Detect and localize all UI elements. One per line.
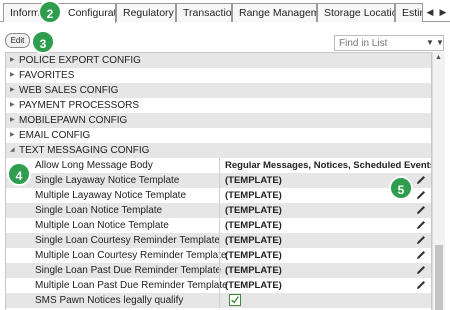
group-row[interactable]: ▶ FAVORITES — [6, 68, 431, 83]
tab-estimates[interactable]: Estimates — [395, 3, 423, 22]
group-label: FAVORITES — [19, 70, 75, 81]
group-label: PAYMENT PROCESSORS — [19, 100, 140, 111]
setting-label: Multiple Loan Notice Template — [35, 220, 169, 231]
callout-badge: 3 — [31, 30, 55, 54]
edit-button[interactable]: Edit — [5, 33, 30, 48]
group-row[interactable]: ▶ POLICE EXPORT CONFIG — [6, 53, 431, 68]
setting-row[interactable]: Single Loan Past Due Reminder Template (… — [6, 263, 431, 278]
group-row[interactable]: ▶ WEB SALES CONFIG — [6, 83, 431, 98]
group-label: POLICE EXPORT CONFIG — [19, 55, 141, 66]
group-row[interactable]: ▶ EMAIL CONFIG — [6, 128, 431, 143]
setting-label: Single Loan Courtesy Reminder Template — [35, 235, 220, 246]
setting-value: (TEMPLATE) — [225, 175, 282, 186]
setting-value-cell[interactable]: (TEMPLATE) — [219, 233, 431, 248]
setting-row[interactable]: Single Layaway Notice Template (TEMPLATE… — [6, 173, 431, 188]
pencil-icon[interactable] — [415, 189, 427, 201]
search-input[interactable] — [335, 36, 421, 50]
tab-label: Storage Locations — [324, 7, 394, 19]
setting-value: (TEMPLATE) — [225, 190, 282, 201]
setting-value-cell[interactable]: (TEMPLATE) — [219, 203, 431, 218]
setting-row[interactable]: Multiple Loan Courtesy Reminder Template… — [6, 248, 431, 263]
setting-row[interactable]: Multiple Layaway Notice Template (TEMPLA… — [6, 188, 431, 203]
tab-label: Configuration — [68, 7, 115, 19]
tab-label: Regulatory — [123, 7, 174, 19]
collapse-triangle-icon[interactable]: ◢ — [10, 143, 15, 158]
group-label: EMAIL CONFIG — [19, 130, 91, 141]
scrollbar-thumb[interactable] — [435, 245, 443, 310]
setting-label: Single Loan Past Due Reminder Template — [35, 265, 222, 276]
expand-triangle-icon[interactable]: ▶ — [10, 113, 15, 128]
config-list: ▶ POLICE EXPORT CONFIG ▶ FAVORITES ▶ WEB… — [5, 52, 432, 310]
tab-bar: Information Configuration Regulatory Tra… — [0, 0, 450, 23]
expand-triangle-icon[interactable]: ▶ — [10, 98, 15, 113]
pencil-icon[interactable] — [415, 234, 427, 246]
group-label: WEB SALES CONFIG — [19, 85, 119, 96]
tab-transaction[interactable]: Transaction — [176, 3, 232, 22]
setting-value-cell[interactable]: (TEMPLATE) — [219, 218, 431, 233]
tab-regulatory[interactable]: Regulatory — [116, 3, 176, 22]
setting-value-cell[interactable] — [219, 293, 431, 308]
pencil-icon[interactable] — [415, 219, 427, 231]
expand-triangle-icon[interactable]: ▶ — [10, 68, 15, 83]
tab-scroll-left-icon[interactable]: ◀ — [424, 3, 436, 22]
tab-label: Transaction — [183, 7, 232, 19]
tab-label: Estimates — [402, 7, 422, 19]
sms-notices-checkbox[interactable] — [229, 294, 241, 306]
setting-label: SMS Pawn Notices legally qualify — [35, 295, 184, 306]
group-row[interactable]: ▶ MOBILEPAWN CONFIG — [6, 113, 431, 128]
expand-triangle-icon[interactable]: ▶ — [10, 53, 15, 68]
dropdown-arrow-icon[interactable]: ▼ — [436, 38, 444, 48]
expand-triangle-icon[interactable]: ▶ — [10, 128, 15, 143]
setting-value: (TEMPLATE) — [225, 265, 282, 276]
setting-row[interactable]: Multiple Loan Notice Template (TEMPLATE) — [6, 218, 431, 233]
pencil-icon[interactable] — [415, 174, 427, 186]
find-in-list-box[interactable]: ▼ ▼ — [334, 35, 444, 51]
setting-value: (TEMPLATE) — [225, 220, 282, 231]
pencil-icon[interactable] — [415, 249, 427, 261]
group-label: TEXT MESSAGING CONFIG — [19, 145, 150, 156]
group-row-expanded[interactable]: ◢ TEXT MESSAGING CONFIG — [6, 143, 431, 158]
setting-value: (TEMPLATE) — [225, 205, 282, 216]
tab-range-management[interactable]: Range Management — [232, 3, 317, 22]
setting-value: Regular Messages, Notices, Scheduled Eve… — [225, 160, 432, 171]
callout-badge: 2 — [38, 0, 62, 24]
setting-row[interactable]: Single Loan Courtesy Reminder Template (… — [6, 233, 431, 248]
setting-row[interactable]: Single Loan Notice Template (TEMPLATE) — [6, 203, 431, 218]
setting-value-cell[interactable]: (TEMPLATE) — [219, 248, 431, 263]
pencil-icon[interactable] — [415, 264, 427, 276]
setting-value-cell[interactable]: (TEMPLATE) — [219, 278, 431, 293]
setting-value: (TEMPLATE) — [225, 280, 282, 291]
scroll-up-icon[interactable]: ▲ — [435, 54, 442, 61]
setting-label: Multiple Loan Courtesy Reminder Template — [35, 250, 227, 261]
callout-badge: 5 — [389, 176, 413, 200]
expand-triangle-icon[interactable]: ▶ — [10, 83, 15, 98]
setting-value-cell[interactable]: Regular Messages, Notices, Scheduled Eve… — [219, 158, 431, 173]
callout-badge: 4 — [7, 162, 31, 186]
setting-label: Multiple Layaway Notice Template — [35, 190, 187, 201]
setting-value: (TEMPLATE) — [225, 235, 282, 246]
group-row[interactable]: ▶ PAYMENT PROCESSORS — [6, 98, 431, 113]
setting-label: Single Layaway Notice Template — [35, 175, 180, 186]
setting-value-cell[interactable]: (TEMPLATE) — [219, 263, 431, 278]
setting-row[interactable]: Allow Long Message Body Regular Messages… — [6, 158, 431, 173]
pencil-icon[interactable] — [415, 279, 427, 291]
tab-label: Range Management — [239, 7, 316, 19]
setting-label: Allow Long Message Body — [35, 160, 153, 171]
setting-label: Multiple Loan Past Due Reminder Template — [35, 280, 228, 291]
group-label: MOBILEPAWN CONFIG — [19, 115, 128, 126]
checkmark-icon — [231, 296, 239, 304]
list-scrollbar[interactable]: ▲ — [432, 52, 445, 310]
setting-row[interactable]: SMS Pawn Notices legally qualify — [6, 293, 431, 308]
tab-storage-locations[interactable]: Storage Locations — [317, 3, 395, 22]
setting-label: Single Loan Notice Template — [35, 205, 163, 216]
dropdown-arrow-icon[interactable]: ▼ — [426, 38, 434, 48]
tab-scroll-right-icon[interactable]: ▶ — [437, 3, 449, 22]
setting-value: (TEMPLATE) — [225, 250, 282, 261]
pencil-icon[interactable] — [415, 204, 427, 216]
setting-row[interactable]: Multiple Loan Past Due Reminder Template… — [6, 278, 431, 293]
